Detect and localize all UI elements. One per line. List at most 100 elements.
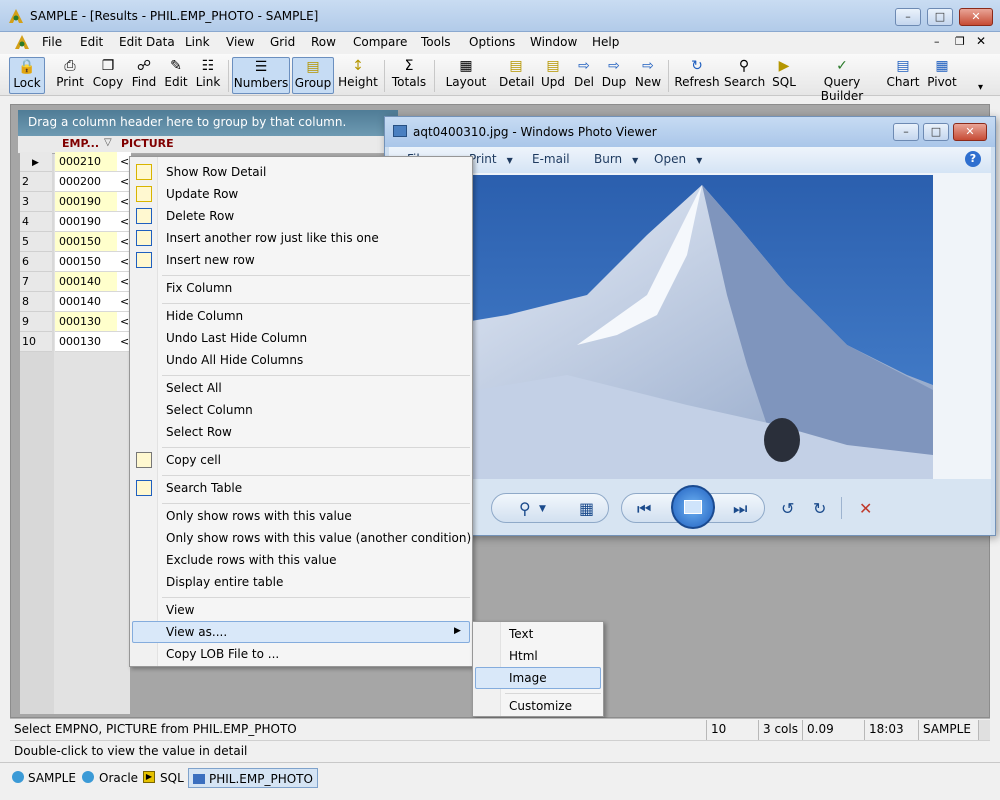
close-button[interactable]: ✕ bbox=[959, 8, 993, 26]
mdi-close-icon[interactable]: ✕ bbox=[976, 34, 986, 48]
layout-button[interactable]: ▦ Layout bbox=[438, 57, 494, 94]
submenu-customize[interactable]: Customize bbox=[509, 696, 572, 716]
print-button[interactable]: ⎙ Print bbox=[54, 57, 86, 94]
column-header-empno[interactable]: EMP... bbox=[62, 137, 99, 150]
rotate-clockwise-icon[interactable]: ↻ bbox=[813, 499, 826, 518]
menu-item-only-show-rows-another[interactable]: Only show rows with this value (another … bbox=[166, 528, 471, 548]
mdi-minimize-icon[interactable]: – bbox=[934, 35, 940, 48]
filter-icon[interactable]: ▽ bbox=[104, 137, 112, 148]
menu-file[interactable]: File bbox=[42, 35, 62, 49]
menu-item-select-row[interactable]: Select Row bbox=[166, 422, 232, 442]
menu-options[interactable]: Options bbox=[469, 35, 515, 49]
row-number[interactable]: ▶ bbox=[20, 152, 52, 172]
cell-empno[interactable]: 000200 bbox=[55, 172, 117, 192]
menu-item-search-table[interactable]: Search Table bbox=[166, 478, 242, 498]
menu-item-show-row-detail[interactable]: Show Row Detail bbox=[166, 162, 266, 182]
sql-button[interactable]: ▶ SQL bbox=[770, 57, 798, 94]
photo-menu-open[interactable]: Open ▼ bbox=[654, 152, 702, 166]
tab-sample[interactable]: SAMPLE bbox=[28, 768, 76, 788]
menu-item-view-as[interactable]: View as.... bbox=[166, 622, 227, 642]
tab-emp-photo[interactable]: PHIL.EMP_PHOTO bbox=[188, 768, 318, 788]
row-number[interactable]: 7 bbox=[20, 272, 52, 292]
totals-button[interactable]: Σ Totals bbox=[390, 57, 428, 94]
query-builder-button[interactable]: ✓ Query Builder bbox=[803, 57, 881, 103]
group-button[interactable]: ▤ Group bbox=[292, 57, 334, 94]
row-number[interactable]: 3 bbox=[20, 192, 52, 212]
menu-grid[interactable]: Grid bbox=[270, 35, 295, 49]
cell-empno[interactable]: 000190 bbox=[55, 212, 117, 232]
menu-item-display-entire-table[interactable]: Display entire table bbox=[166, 572, 283, 592]
help-icon[interactable]: ? bbox=[965, 151, 981, 167]
menu-item-copy-lob-file[interactable]: Copy LOB File to ... bbox=[166, 644, 279, 664]
status-scroll[interactable] bbox=[978, 720, 990, 740]
cell-empno[interactable]: 000150 bbox=[55, 232, 117, 252]
group-by-panel[interactable]: Drag a column header here to group by th… bbox=[18, 110, 398, 136]
dup-button[interactable]: ⇨ Dup bbox=[600, 57, 628, 94]
menu-item-exclude-rows[interactable]: Exclude rows with this value bbox=[166, 550, 336, 570]
photo-menu-email[interactable]: E-mail bbox=[532, 152, 570, 166]
cell-empno[interactable]: 000130 bbox=[55, 332, 117, 352]
menu-row[interactable]: Row bbox=[311, 35, 336, 49]
menu-item-hide-column[interactable]: Hide Column bbox=[166, 306, 243, 326]
menu-view[interactable]: View bbox=[226, 35, 254, 49]
row-number[interactable]: 4 bbox=[20, 212, 52, 232]
menu-tools[interactable]: Tools bbox=[421, 35, 451, 49]
mdi-restore-icon[interactable]: ❐ bbox=[955, 35, 965, 48]
menu-help[interactable]: Help bbox=[592, 35, 619, 49]
maximize-button[interactable]: □ bbox=[927, 8, 953, 26]
chart-button[interactable]: ▤ Chart bbox=[886, 57, 920, 94]
menu-item-insert-copy-row[interactable]: Insert another row just like this one bbox=[166, 228, 379, 248]
new-button[interactable]: ⇨ New bbox=[634, 57, 662, 94]
cell-empno[interactable]: 000130 bbox=[55, 312, 117, 332]
submenu-image[interactable]: Image bbox=[509, 668, 547, 688]
actual-size-icon[interactable]: ▦ bbox=[579, 499, 594, 518]
rotate-counterclockwise-icon[interactable]: ↺ bbox=[781, 499, 794, 518]
row-number[interactable]: 9 bbox=[20, 312, 52, 332]
numbers-button[interactable]: ☰ Numbers bbox=[232, 57, 290, 94]
cell-empno[interactable]: 000150 bbox=[55, 252, 117, 272]
next-icon[interactable]: ⏭ bbox=[733, 499, 747, 519]
menu-item-insert-new-row[interactable]: Insert new row bbox=[166, 250, 255, 270]
upd-button[interactable]: ▤ Upd bbox=[540, 57, 566, 94]
menu-item-only-show-rows[interactable]: Only show rows with this value bbox=[166, 506, 352, 526]
previous-icon[interactable]: ⏮ bbox=[637, 499, 651, 519]
row-number[interactable]: 6 bbox=[20, 252, 52, 272]
menu-item-select-all[interactable]: Select All bbox=[166, 378, 222, 398]
menu-item-delete-row[interactable]: Delete Row bbox=[166, 206, 234, 226]
del-button[interactable]: ⇨ Del bbox=[572, 57, 596, 94]
menu-item-undo-all-hide-columns[interactable]: Undo All Hide Columns bbox=[166, 350, 303, 370]
menu-edit-data[interactable]: Edit Data bbox=[119, 35, 175, 49]
menu-item-view[interactable]: View bbox=[166, 600, 194, 620]
photo-maximize-button[interactable]: □ bbox=[923, 123, 949, 141]
zoom-icon[interactable]: ⚲ bbox=[519, 499, 531, 518]
photo-close-button[interactable]: ✕ bbox=[953, 123, 987, 141]
delete-icon[interactable]: ✕ bbox=[859, 499, 872, 518]
minimize-button[interactable]: – bbox=[895, 8, 921, 26]
column-header-picture[interactable]: PICTURE bbox=[121, 137, 174, 150]
pivot-button[interactable]: ▦ Pivot bbox=[926, 57, 958, 94]
find-button[interactable]: ☍ Find bbox=[130, 57, 158, 94]
tab-oracle[interactable]: Oracle bbox=[99, 768, 138, 788]
menu-item-update-row[interactable]: Update Row bbox=[166, 184, 238, 204]
menu-window[interactable]: Window bbox=[530, 35, 577, 49]
edit-button[interactable]: ✎ Edit bbox=[163, 57, 189, 94]
cell-empno[interactable]: 000190 bbox=[55, 192, 117, 212]
submenu-html[interactable]: Html bbox=[509, 646, 538, 666]
refresh-button[interactable]: ↻ Refresh bbox=[674, 57, 720, 94]
menu-item-fix-column[interactable]: Fix Column bbox=[166, 278, 232, 298]
height-button[interactable]: ↕ Height bbox=[338, 57, 378, 94]
tab-sql[interactable]: SQL bbox=[160, 768, 184, 788]
photo-minimize-button[interactable]: – bbox=[893, 123, 919, 141]
menu-item-select-column[interactable]: Select Column bbox=[166, 400, 253, 420]
lock-button[interactable]: 🔒 Lock bbox=[9, 57, 45, 94]
row-number[interactable]: 2 bbox=[20, 172, 52, 192]
cell-empno[interactable]: 000140 bbox=[55, 292, 117, 312]
search-button[interactable]: ⚲ Search bbox=[724, 57, 765, 94]
photo-menu-burn[interactable]: Burn ▼ bbox=[594, 152, 638, 166]
cell-empno[interactable]: 000140 bbox=[55, 272, 117, 292]
link-button[interactable]: ☷ Link bbox=[194, 57, 222, 94]
toolbar-overflow-icon[interactable]: ▾ bbox=[978, 82, 983, 93]
row-number[interactable]: 5 bbox=[20, 232, 52, 252]
row-number[interactable]: 10 bbox=[20, 332, 52, 352]
slideshow-button[interactable] bbox=[671, 485, 715, 529]
